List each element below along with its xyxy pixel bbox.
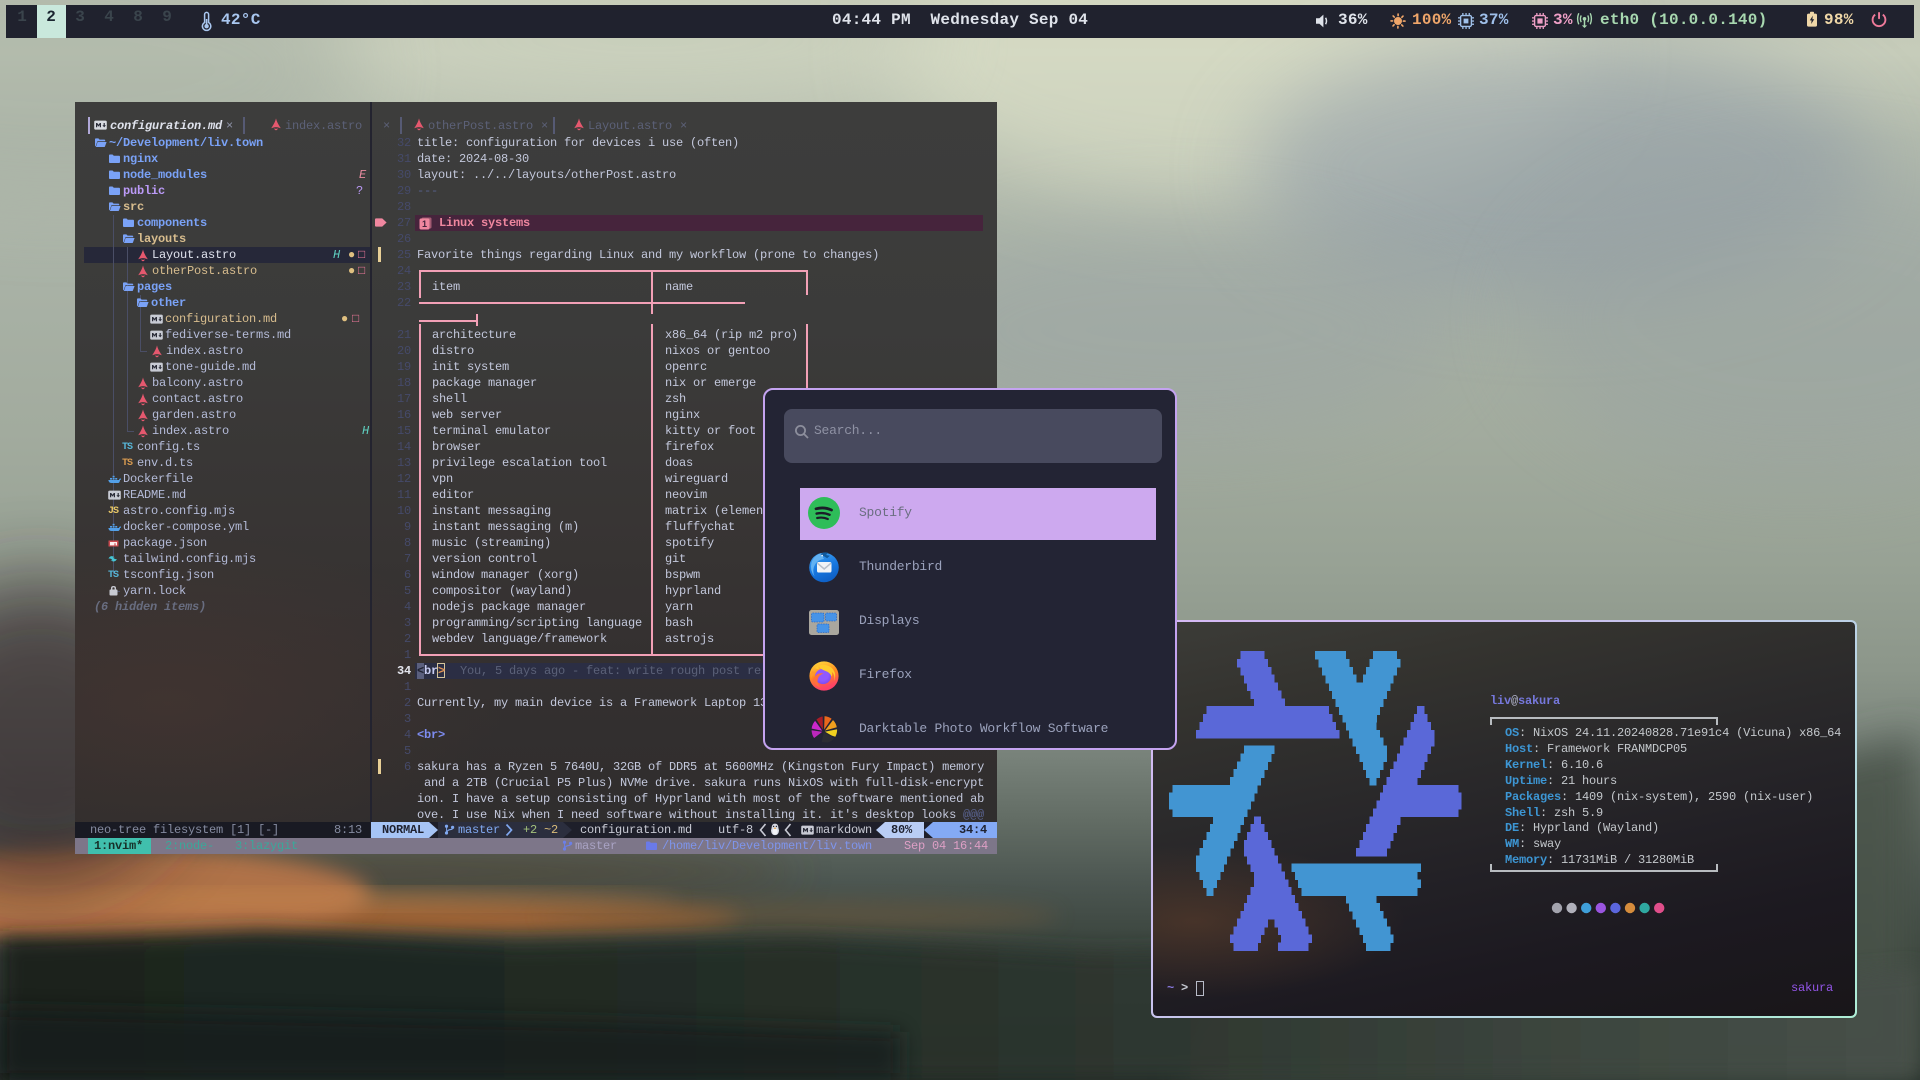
svg-text:1: 1	[422, 219, 427, 229]
